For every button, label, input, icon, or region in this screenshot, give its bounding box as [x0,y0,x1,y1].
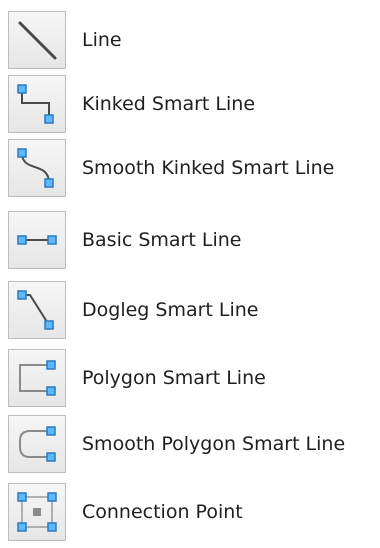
menu-item-dogleg-smart-line[interactable]: Dogleg Smart Line [6,280,376,340]
smooth-kinked-smart-line-icon [8,139,66,197]
menu-item-label: Kinked Smart Line [82,92,256,115]
polygon-smart-line-icon [8,349,66,407]
menu-item-basic-smart-line[interactable]: Basic Smart Line [6,210,376,270]
basic-smart-line-icon [8,211,66,269]
line-tools-menu: Line Kinked Smart Line Smooth Kinked Sma… [0,0,380,548]
smooth-polygon-smart-line-icon [8,415,66,473]
menu-item-connection-point[interactable]: Connection Point [6,482,376,542]
kinked-smart-line-icon [8,75,66,133]
menu-item-polygon-smart-line[interactable]: Polygon Smart Line [6,348,376,408]
menu-item-label: Basic Smart Line [82,228,242,251]
menu-item-label: Line [82,28,122,51]
menu-item-label: Smooth Polygon Smart Line [82,432,346,455]
line-icon [8,11,66,69]
dogleg-smart-line-icon [8,281,66,339]
menu-item-smooth-kinked-smart-line[interactable]: Smooth Kinked Smart Line [6,138,376,198]
menu-item-line[interactable]: Line [6,10,376,70]
menu-item-label: Dogleg Smart Line [82,298,259,321]
menu-item-label: Polygon Smart Line [82,366,266,389]
menu-item-smooth-polygon-smart-line[interactable]: Smooth Polygon Smart Line [6,414,376,474]
menu-item-label: Connection Point [82,500,243,523]
menu-item-kinked-smart-line[interactable]: Kinked Smart Line [6,74,376,134]
connection-point-icon [8,483,66,541]
menu-item-label: Smooth Kinked Smart Line [82,156,335,179]
